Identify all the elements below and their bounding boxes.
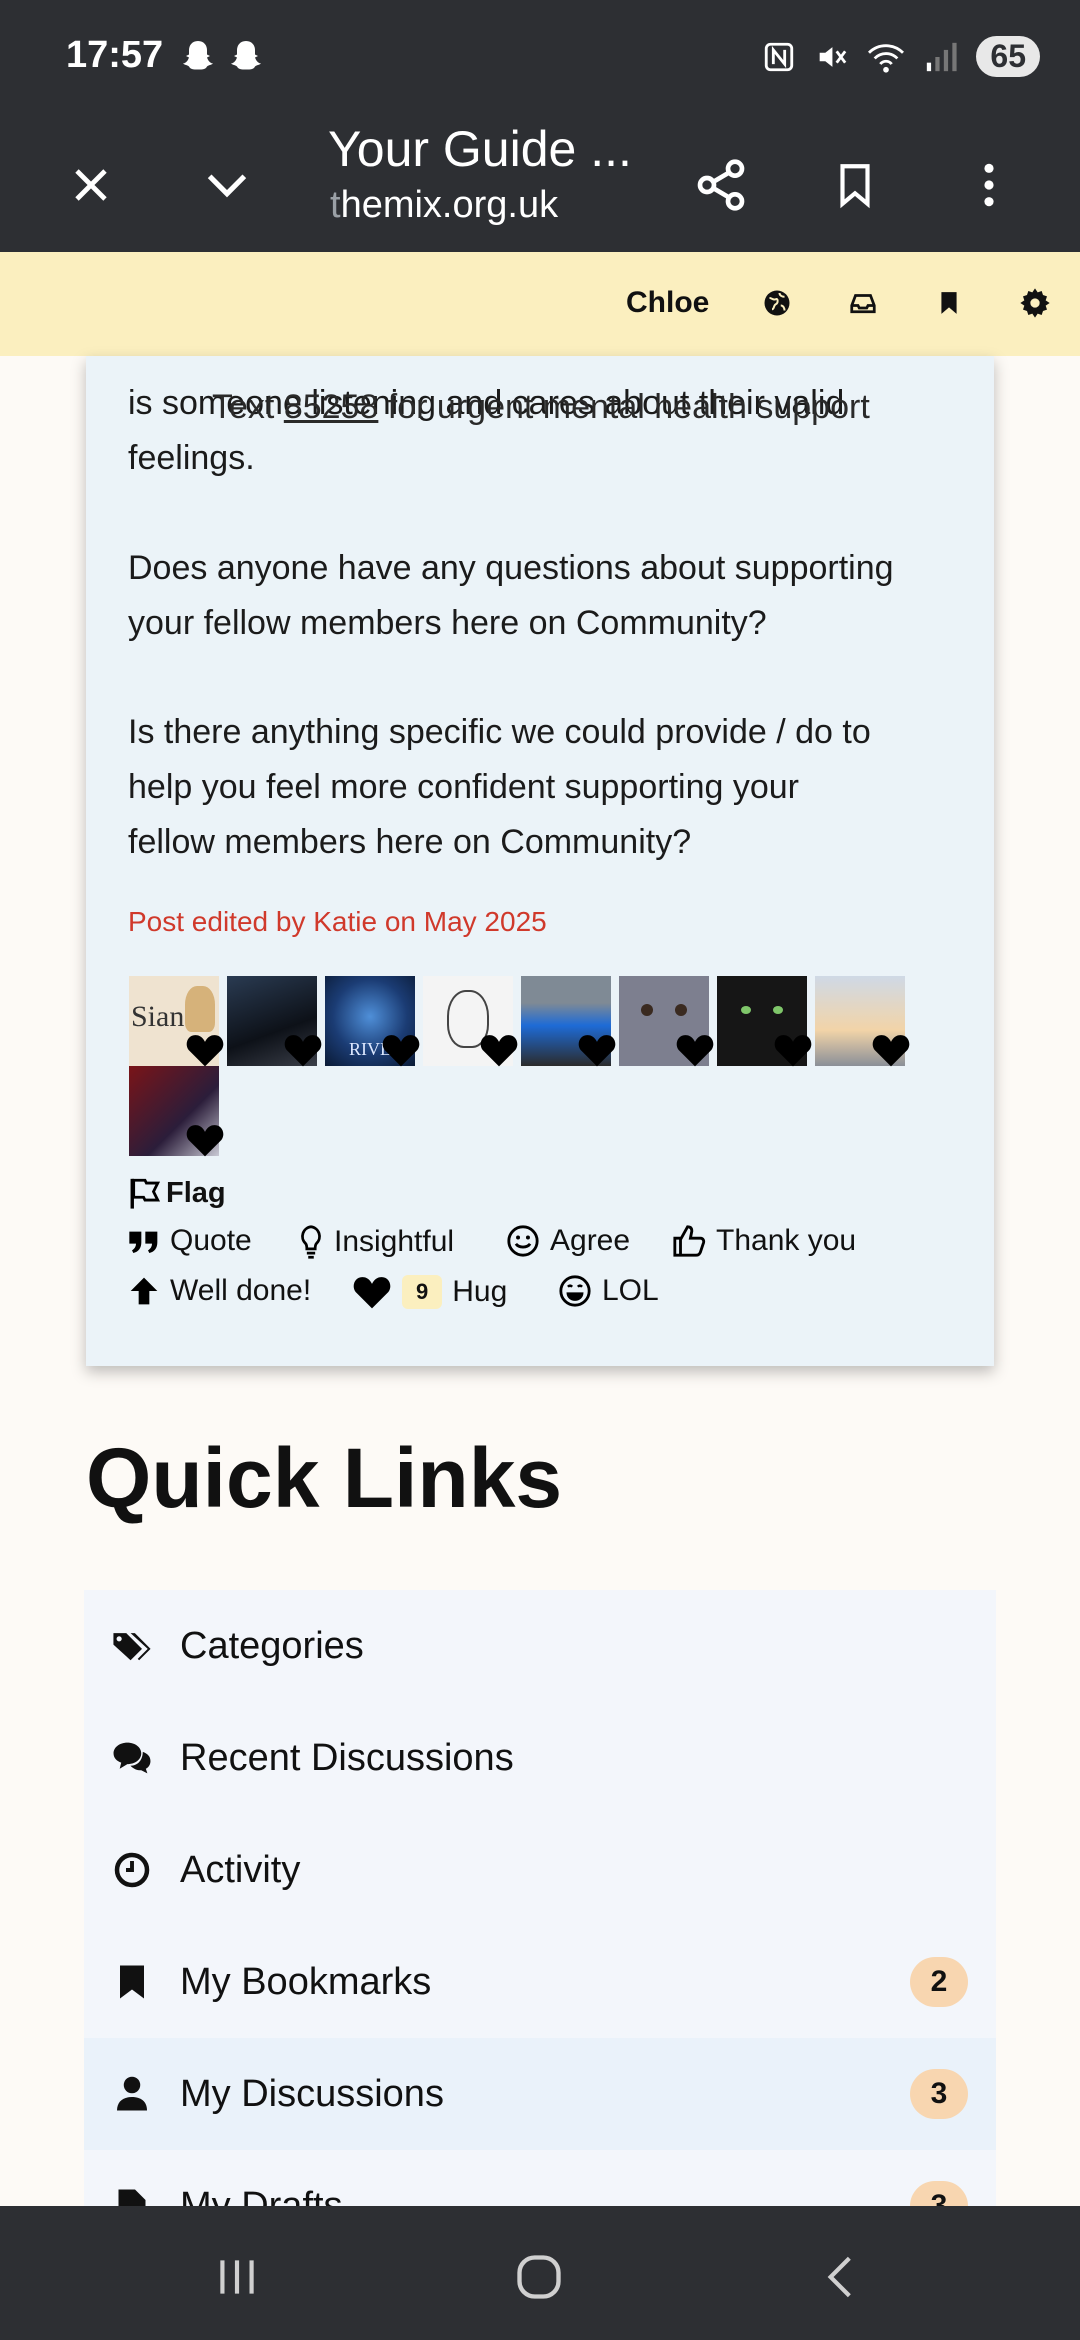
count-badge: 2	[910, 1957, 968, 2007]
post-body-line: feelings.	[128, 439, 255, 477]
nfc-icon	[765, 42, 794, 71]
wifi-icon	[868, 43, 905, 73]
post-edited-note: Post edited by Katie on May 2025	[128, 906, 547, 937]
quick-link-label: My Bookmarks	[180, 1960, 432, 2003]
home-button[interactable]	[504, 2242, 574, 2312]
close-tab-button[interactable]	[54, 148, 128, 222]
comments-icon	[112, 1738, 152, 1778]
urgent-number-link[interactable]: 85258	[284, 388, 379, 426]
more-vert-icon	[984, 163, 994, 207]
gear-icon[interactable]	[1018, 286, 1052, 320]
thumbs-up-icon	[673, 1225, 706, 1257]
recent-apps-button[interactable]	[202, 2242, 272, 2312]
heart-icon	[382, 1035, 420, 1067]
minimize-button[interactable]	[190, 148, 264, 222]
quick-link-label: Categories	[180, 1624, 364, 1667]
username-link[interactable]: Chloe	[626, 286, 709, 320]
system-nav-bar	[0, 2206, 1080, 2340]
avatar-text: Sian	[131, 1000, 185, 1033]
quote-label: Quote	[170, 1224, 252, 1257]
chevron-down-icon	[207, 174, 247, 198]
heart-icon	[186, 1125, 224, 1157]
more-options-button[interactable]	[952, 148, 1026, 222]
quote-icon	[129, 1231, 158, 1253]
page-title: Your Guide ...	[328, 121, 632, 177]
page-url: themix.org.uk	[330, 184, 559, 226]
share-icon	[697, 159, 745, 211]
hug-label: Hug	[452, 1275, 508, 1308]
heart-icon	[284, 1035, 322, 1067]
quick-link-label: Activity	[180, 1848, 301, 1891]
recent-apps-icon	[220, 2260, 254, 2294]
tags-icon	[112, 1626, 152, 1666]
heart-icon	[676, 1035, 714, 1067]
hug-count: 9	[402, 1275, 443, 1309]
thank-you-button[interactable]: Thank you	[672, 1224, 856, 1258]
lightbulb-icon	[301, 1225, 321, 1259]
quick-link-recent-discussions[interactable]: Recent Discussions	[84, 1702, 996, 1814]
agree-button[interactable]: Agree	[506, 1224, 630, 1258]
hug-button[interactable]: 9 Hug	[352, 1274, 507, 1310]
back-icon	[827, 2256, 851, 2298]
post-body-line: your fellow members here on Community?	[128, 604, 767, 642]
post-body-line: fellow members here on Community?	[128, 823, 692, 861]
battery-level: 65	[976, 36, 1040, 77]
insightful-button[interactable]: Insightful	[298, 1224, 454, 1260]
post-body-line: Does anyone have any questions about sup…	[128, 549, 894, 587]
home-icon	[517, 2255, 561, 2299]
site-header: Chloe	[0, 252, 1080, 356]
well-done-button[interactable]: Well done!	[128, 1274, 311, 1308]
urgent-support-banner: Text 85258 for urgent mental health supp…	[212, 388, 870, 426]
status-bar: 17:57 65	[0, 0, 1080, 118]
globe-icon[interactable]	[760, 286, 794, 320]
post-body-line: help you feel more confident supporting …	[128, 768, 799, 806]
heart-icon	[480, 1035, 518, 1067]
flag-label: Flag	[166, 1176, 226, 1209]
heart-icon	[353, 1277, 391, 1309]
user-icon	[112, 2074, 152, 2114]
well-done-label: Well done!	[170, 1274, 312, 1307]
mute-icon	[820, 46, 847, 67]
bookmark-outline-icon	[840, 164, 870, 209]
flag-icon	[130, 1178, 161, 1209]
system-icons: 65	[762, 36, 1040, 77]
quote-button[interactable]: Quote	[128, 1224, 252, 1258]
quick-link-label: Recent Discussions	[180, 1736, 514, 1779]
snapchat-icon	[183, 41, 213, 70]
bookmark-icon	[112, 1962, 152, 2002]
snapchat-icon	[231, 41, 261, 70]
back-button[interactable]	[806, 2242, 876, 2312]
heart-icon	[774, 1035, 812, 1067]
signal-icon	[927, 42, 957, 71]
count-badge: 3	[910, 2069, 968, 2119]
post-body-line: Is there anything specific we could prov…	[128, 713, 871, 751]
status-time: 17:57	[66, 34, 164, 76]
browser-toolbar: Your Guide ... themix.org.uk	[0, 118, 1080, 252]
quick-link-activity[interactable]: Activity	[84, 1814, 996, 1926]
arrow-up-icon	[130, 1277, 158, 1305]
clock-icon	[112, 1850, 152, 1890]
share-button[interactable]	[684, 148, 758, 222]
quick-link-label: My Discussions	[180, 2072, 444, 2115]
quick-links-title: Quick Links	[86, 1431, 563, 1525]
heart-icon	[578, 1035, 616, 1067]
lol-button[interactable]: LOL	[558, 1274, 659, 1308]
close-icon	[75, 169, 107, 201]
smile-icon	[507, 1225, 539, 1257]
bookmark-page-button[interactable]	[818, 148, 892, 222]
inbox-icon[interactable]	[846, 286, 880, 320]
quick-link-my-bookmarks[interactable]: My Bookmarks 2	[84, 1926, 996, 2038]
lol-label: LOL	[602, 1274, 659, 1307]
laugh-icon	[559, 1275, 591, 1307]
quick-link-categories[interactable]: Categories	[84, 1590, 996, 1702]
heart-icon	[872, 1035, 910, 1067]
bookmark-icon[interactable]	[932, 286, 966, 320]
agree-label: Agree	[550, 1224, 631, 1257]
thank-you-label: Thank you	[716, 1224, 857, 1257]
heart-icon	[186, 1035, 224, 1067]
insightful-label: Insightful	[334, 1225, 455, 1258]
quick-link-my-discussions[interactable]: My Discussions 3	[84, 2038, 996, 2150]
flag-button[interactable]: Flag	[128, 1176, 226, 1210]
post-card: is someone listening and cares about the…	[86, 356, 994, 1366]
